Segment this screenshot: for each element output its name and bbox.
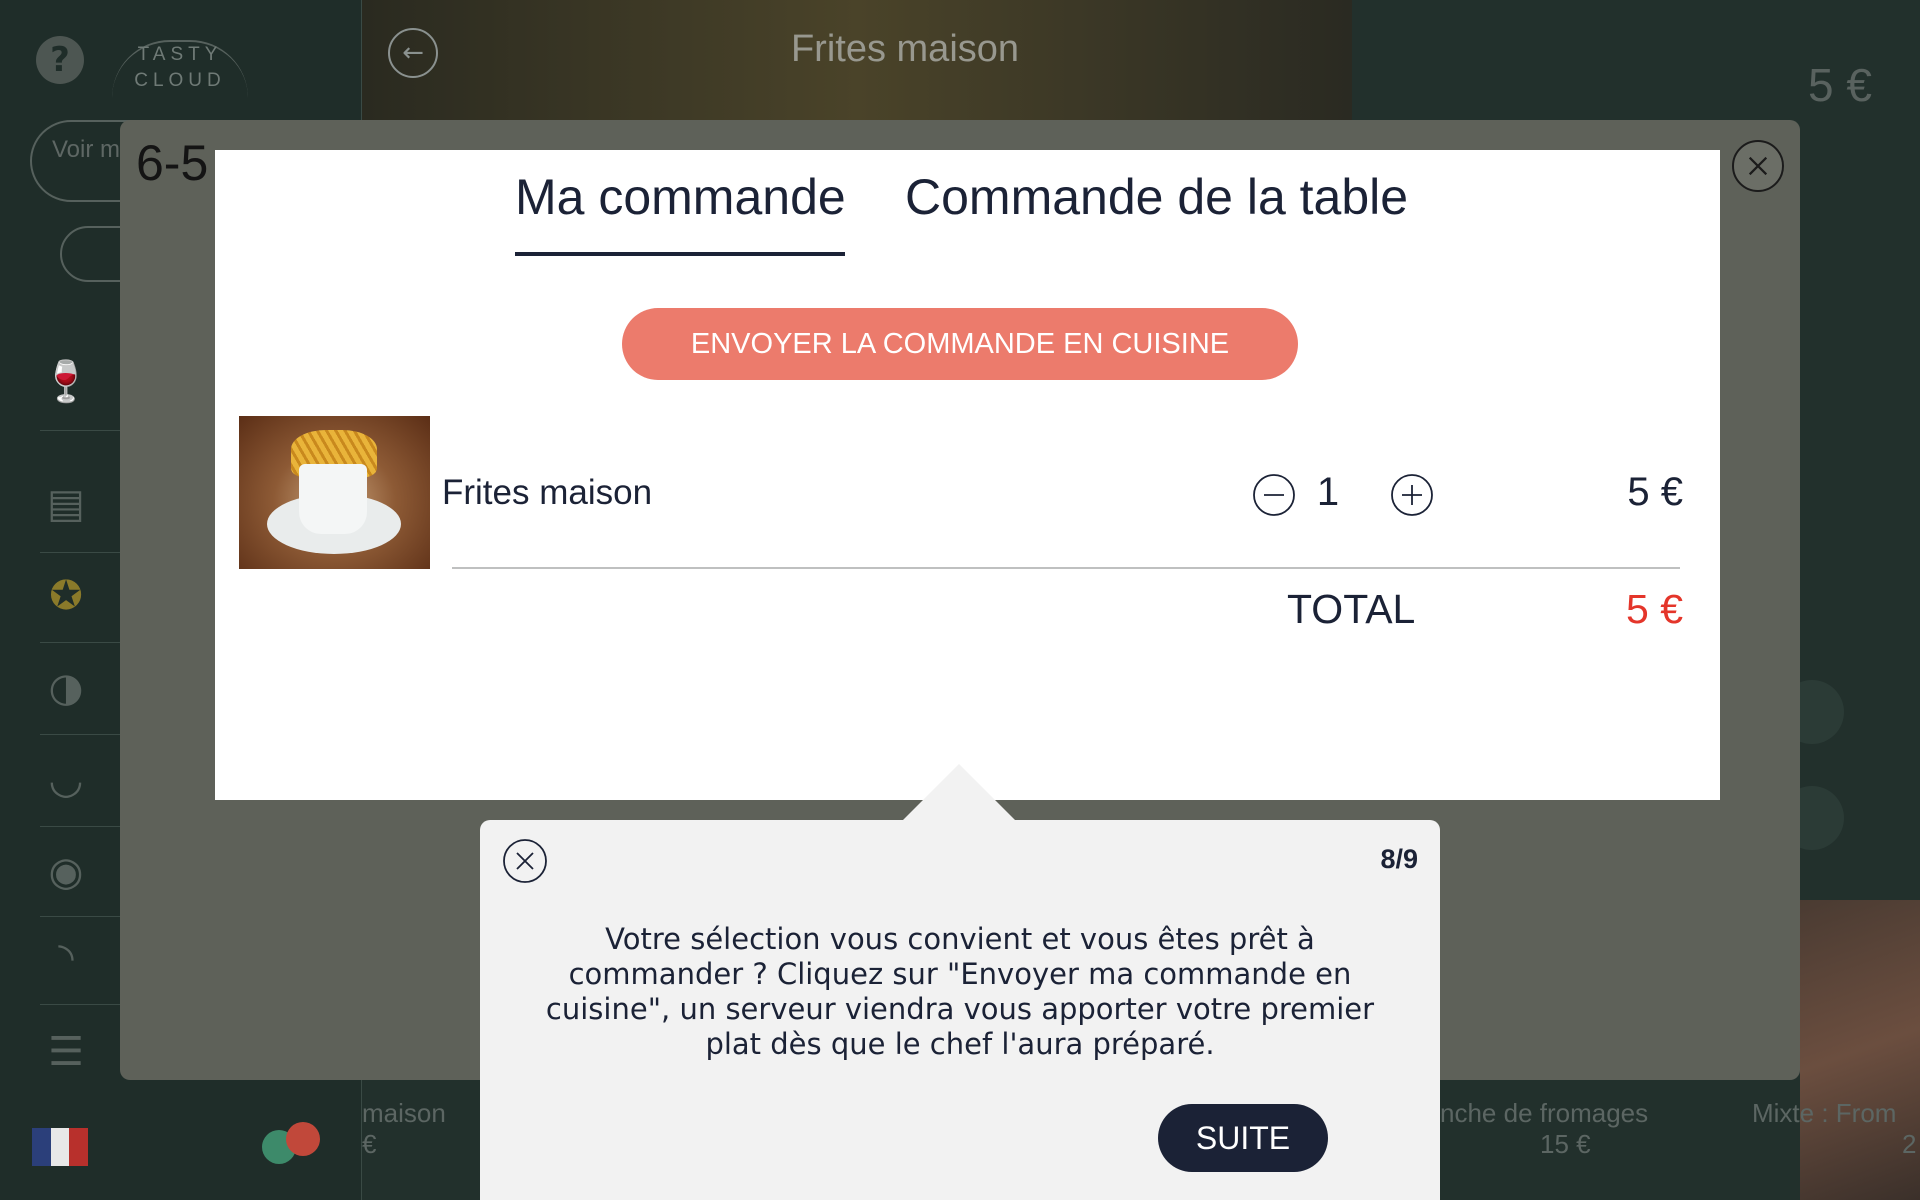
skewer-icon[interactable]: ✪ — [40, 570, 92, 622]
nav-divider — [40, 916, 120, 917]
fries-product-image — [239, 416, 430, 569]
quantity-value: 1 — [1316, 470, 1340, 514]
nav-divider — [40, 642, 120, 643]
send-to-kitchen-button[interactable]: ENVOYER LA COMMANDE EN CUISINE — [622, 308, 1298, 380]
nav-divider — [40, 430, 120, 431]
view-menu-label: Voir m — [52, 136, 121, 163]
total-value: 5 € — [1626, 586, 1683, 632]
burger-icon[interactable]: ☰ — [40, 1026, 92, 1078]
cupcake-icon[interactable]: ◉ — [40, 846, 92, 898]
nav-divider — [40, 734, 120, 735]
close-icon[interactable] — [502, 838, 548, 884]
card-price: 15 € — [1540, 1129, 1591, 1159]
croissant-icon[interactable]: ◝ — [40, 932, 92, 984]
background-card: maison € — [362, 1098, 446, 1160]
close-icon[interactable] — [1732, 140, 1784, 192]
language-flag-fr[interactable] — [32, 1128, 89, 1166]
nav-divider — [40, 826, 120, 827]
minus-icon[interactable] — [1252, 473, 1296, 517]
active-tab-underline — [515, 252, 845, 256]
tour-description: Votre sélection vous convient et vous êt… — [545, 922, 1375, 1061]
table-number: 6-5 — [136, 135, 209, 191]
next-button[interactable]: SUITE — [1158, 1104, 1328, 1172]
card-name: nche de fromages — [1440, 1098, 1649, 1128]
pie-icon[interactable]: ◑ — [40, 662, 92, 714]
card-name: Mixte : From — [1752, 1098, 1897, 1128]
badges-icon — [262, 1122, 326, 1166]
tab-my-order[interactable]: Ma commande — [515, 168, 846, 226]
card-price: € — [362, 1129, 377, 1159]
background-card: nche de fromages 15 € — [1440, 1098, 1648, 1160]
help-icon[interactable]: ? — [36, 36, 84, 84]
item-divider — [452, 567, 1680, 569]
tour-tooltip: 8/9 Votre sélection vous convient et vou… — [480, 820, 1440, 1200]
background-product-price: 5 € — [1808, 59, 1872, 111]
nav-divider — [40, 1004, 120, 1005]
plus-icon[interactable] — [1390, 473, 1434, 517]
tour-step-counter: 8/9 — [1380, 844, 1418, 874]
back-arrow-icon[interactable]: ← — [388, 28, 438, 78]
background-product-title: Frites maison — [790, 28, 1020, 70]
nav-divider — [40, 552, 120, 553]
wine-glass-icon[interactable]: 🍷 — [40, 356, 92, 408]
background-card: Mixte : From 2 — [1752, 1098, 1916, 1160]
tab-table-order[interactable]: Commande de la table — [905, 168, 1408, 226]
order-item-name: Frites maison — [442, 473, 653, 512]
tooltip-arrow — [903, 764, 1015, 820]
card-price: 2 — [1902, 1129, 1917, 1159]
card-name: maison — [362, 1098, 446, 1128]
order-panel: Ma commande Commande de la table ENVOYER… — [215, 150, 1720, 800]
total-label: TOTAL — [1287, 586, 1416, 632]
order-item-price: 5 € — [1627, 470, 1683, 514]
cloche-icon[interactable]: ◡ — [40, 754, 92, 806]
menu-book-icon[interactable]: ▤ — [40, 478, 92, 530]
